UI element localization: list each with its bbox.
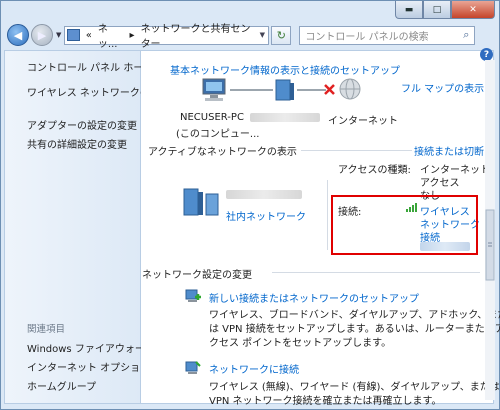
- search-icon: ⌕: [463, 28, 470, 41]
- settings-title: ネットワーク設定の変更: [142, 266, 256, 281]
- internet-label: インターネット: [328, 116, 398, 127]
- sidebar-item-adapter[interactable]: アダプターの設定の変更: [27, 117, 137, 132]
- scrollbar[interactable]: [485, 60, 495, 400]
- work-network-icon: [183, 188, 219, 216]
- related-label: 関連項目: [27, 324, 66, 335]
- divider-settings: [272, 272, 480, 273]
- recent-pages-dropdown[interactable]: ▼: [56, 31, 61, 39]
- computer-icon: [202, 78, 226, 101]
- sidebar-related-internet-options[interactable]: インターネット オプション: [27, 359, 150, 374]
- search-input[interactable]: コントロール パネルの検索 ⌕: [299, 25, 476, 45]
- pc-name: NECUSER-PC: [180, 112, 244, 123]
- access-type-label: アクセスの種類:: [338, 165, 411, 176]
- task-connect-network-desc-2: VPN ネットワーク接続を確立または再確立します。: [209, 396, 442, 407]
- connect-disconnect-link[interactable]: 接続または切断: [412, 143, 484, 158]
- divider-vertical: [327, 180, 328, 250]
- close-button[interactable]: ✕: [451, 1, 495, 19]
- address-row: ◀ ▶ ▼ « ネッ... ▸ ネットワークと共有センター ▼ ↻ コントロール…: [7, 23, 493, 50]
- task-connect-network-link[interactable]: ネットワークに接続: [209, 361, 299, 376]
- back-button[interactable]: ◀: [7, 24, 29, 46]
- task-connect-network-desc-1: ワイヤレス (無線)、ワイヤード (有線)、ダイヤルアップ、または: [209, 382, 500, 393]
- network-type-link[interactable]: 社内ネットワーク: [226, 208, 306, 223]
- redacted-ssid: [226, 190, 302, 199]
- task-new-connection-desc-1: ワイヤレス、ブロードバンド、ダイヤルアップ、アドホック、また: [209, 310, 500, 321]
- connect-network-icon: [185, 361, 201, 374]
- network-map: [202, 78, 361, 101]
- redacted-network-name: [250, 113, 320, 122]
- new-connection-icon: [185, 289, 201, 302]
- active-networks-title: アクティブなネットワークの表示: [148, 143, 301, 158]
- task-new-connection-link[interactable]: 新しい接続またはネットワークのセットアップ: [209, 290, 419, 305]
- sidebar-related-firewall[interactable]: Windows ファイアウォール: [27, 340, 155, 355]
- breadcrumb-network[interactable]: ネッ...: [98, 20, 124, 50]
- task-new-connection-desc-3: クセス ポイントをセットアップします。: [209, 338, 392, 349]
- pc-subtitle: (このコンピュー...: [176, 129, 260, 140]
- minimize-button[interactable]: ▬: [395, 1, 423, 19]
- page-heading: 基本ネットワーク情報の表示と接続のセットアップ: [170, 66, 400, 77]
- disconnect-icon: [324, 84, 335, 95]
- network-folder-icon: [67, 29, 80, 41]
- sidebar-related-homegroup[interactable]: ホームグループ: [27, 378, 96, 393]
- breadcrumb-sharing-center[interactable]: ネットワークと共有センター: [141, 20, 254, 50]
- search-placeholder: コントロール パネルの検索: [305, 31, 429, 43]
- forward-button[interactable]: ▶: [31, 24, 53, 46]
- network-icon: [275, 79, 294, 101]
- breadcrumb-separator[interactable]: ▸: [130, 30, 135, 41]
- sidebar: コントロール パネル ホーム ワイヤレス ネットワークの管理 アダプターの設定の…: [4, 50, 170, 404]
- sidebar-home-link[interactable]: コントロール パネル ホーム: [27, 59, 153, 74]
- task-new-connection-desc-2: は VPN 接続をセットアップします。あるいは、ルーターまたはア: [209, 324, 500, 335]
- address-bar[interactable]: « ネッ... ▸ ネットワークと共有センター ▼: [64, 24, 270, 50]
- highlight-box: [331, 195, 478, 255]
- sidebar-item-sharing[interactable]: 共有の詳細設定の変更: [27, 136, 127, 151]
- breadcrumb-overflow[interactable]: «: [86, 30, 92, 41]
- refresh-button[interactable]: ↻: [271, 25, 292, 45]
- chevron-down-icon[interactable]: ▼: [256, 31, 268, 39]
- scrollbar-thumb[interactable]: [485, 209, 495, 281]
- full-map-link[interactable]: フル マップの表示: [401, 80, 484, 95]
- maximize-button[interactable]: □: [423, 1, 451, 19]
- globe-icon: [339, 78, 361, 100]
- window-controls: ▬ □ ✕: [395, 1, 495, 19]
